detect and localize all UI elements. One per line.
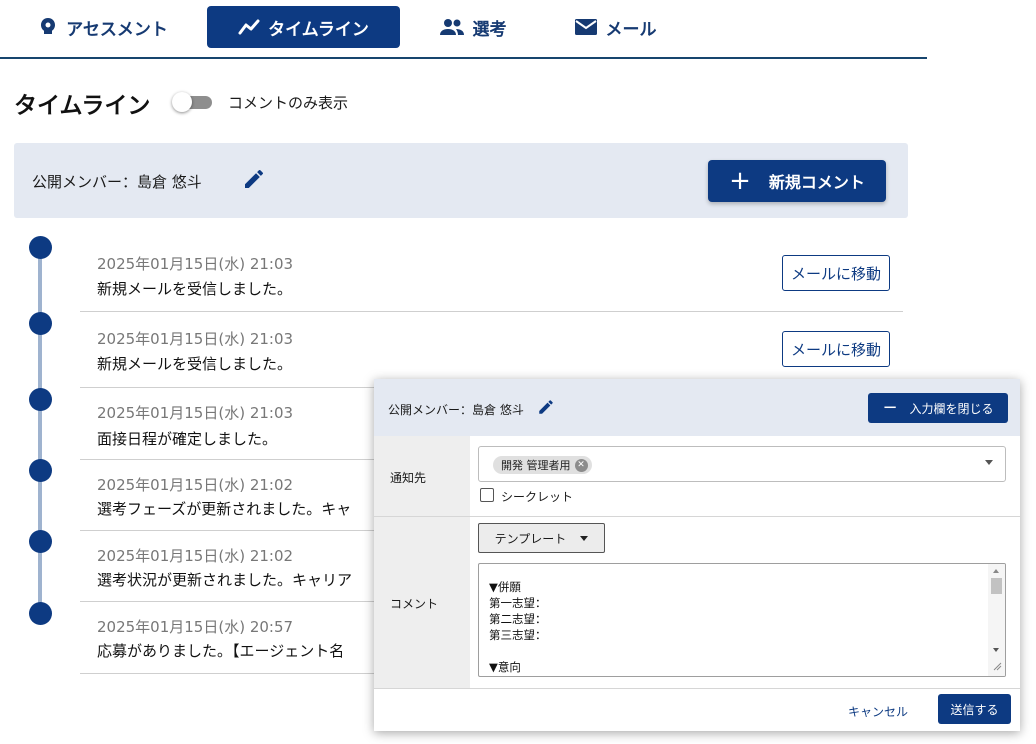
new-comment-panel: 公開メンバー：島倉 悠斗 − 入力欄を閉じる 通知先 コメント 開発 管理者用 … [374,379,1020,731]
timeline-line [38,250,42,612]
cancel-button[interactable]: キャンセル [848,703,908,720]
recipient-chip: 開発 管理者用 ✕ [493,456,592,474]
assessment-icon [38,17,58,37]
tab-mail-label: メール [605,19,657,40]
go-to-mail-button[interactable]: メールに移動 [782,255,890,291]
caret-down-icon [580,535,589,541]
timeline-message: 新規メールを受信しました。 [97,280,293,298]
timeline-message: 応募がありました。【エージェント名 [97,642,345,660]
row-divider [374,688,1020,689]
comment-text: ▼併願 第一志望： 第二志望： 第三志望： ▼意向 予備確度：○% [489,580,547,674]
timeline-dot [29,236,52,259]
template-label: テンプレート [494,531,567,546]
timeline-entry: 2025年01月15日(水) 21:03 新規メールを受信しました。 メールに移… [80,240,903,312]
timeline-date: 2025年01月15日(水) 21:02 [97,476,294,494]
timeline-icon [238,18,260,36]
go-to-mail-button[interactable]: メールに移動 [782,331,890,367]
timeline-date: 2025年01月15日(水) 21:03 [97,330,294,348]
pencil-icon[interactable] [242,167,266,195]
toggle-label: コメントのみ表示 [228,94,349,112]
tab-assessment[interactable]: アセスメント [28,6,178,48]
textarea-scrollbar[interactable] [988,564,1005,676]
new-comment-button[interactable]: + 新規コメント [708,160,886,202]
timeline-date: 2025年01月15日(水) 20:57 [97,618,294,636]
panel-header: 公開メンバー：島倉 悠斗 − 入力欄を閉じる [374,379,1020,436]
row-divider [374,516,1020,517]
timeline-dot [29,312,52,335]
timeline-entry: 2025年01月15日(水) 21:03 新規メールを受信しました。 メールに移… [80,312,903,388]
new-comment-label: 新規コメント [768,173,865,192]
template-dropdown-button[interactable]: テンプレート [478,523,605,553]
close-input-button[interactable]: − 入力欄を閉じる [868,393,1008,423]
notify-recipient-select[interactable]: 開発 管理者用 ✕ [478,446,1006,482]
secret-checkbox-label: シークレット [501,490,574,504]
member-bar: 公開メンバー：島倉 悠斗 + 新規コメント [14,143,908,218]
toggle-knob [172,92,192,112]
timeline-date: 2025年01月15日(水) 21:03 [97,404,294,422]
pencil-icon[interactable] [537,398,555,420]
minus-icon: − [882,397,898,418]
tab-selection-label: 選考 [472,19,507,40]
timeline-dot [29,388,52,411]
tab-timeline[interactable]: タイムライン [207,6,400,48]
plus-icon: + [729,166,751,196]
secret-checkbox[interactable] [480,488,494,502]
timeline-dot [29,602,52,625]
timeline-message: 新規メールを受信しました。 [97,355,293,373]
scroll-down-icon [993,648,999,652]
timeline-date: 2025年01月15日(水) 21:02 [97,547,294,565]
close-input-label: 入力欄を閉じる [909,401,994,416]
notify-label: 通知先 [390,471,427,485]
top-tab-bar: アセスメント タイムライン 選考 メール [0,0,927,59]
timeline-message: 選考状況が更新されました。キャリア [97,571,353,589]
comment-textarea[interactable]: ▼併願 第一志望： 第二志望： 第三志望： ▼意向 予備確度：○% [478,563,1006,677]
send-button[interactable]: 送信する [938,694,1011,724]
panel-public-member-text: 公開メンバー：島倉 悠斗 [388,403,524,417]
tab-mail[interactable]: メール [560,6,670,48]
remove-chip-icon[interactable]: ✕ [574,458,588,472]
public-member-text: 公開メンバー：島倉 悠斗 [32,173,202,191]
scroll-up-icon [993,569,999,573]
timeline-message: 選考フェーズが更新されました。キャ [97,500,352,518]
comment-label: コメント [390,597,439,611]
dropdown-caret-icon [985,460,993,465]
comments-only-toggle[interactable] [172,92,212,112]
tab-assessment-label: アセスメント [66,19,168,40]
tab-timeline-label: タイムライン [268,19,369,40]
tab-selection[interactable]: 選考 [425,6,520,48]
timeline-dot [29,459,52,482]
timeline-dot [29,530,52,553]
recipient-chip-label: 開発 管理者用 [501,459,571,472]
timeline-message: 面接日程が確定しました。 [97,430,278,448]
resize-grip-icon[interactable] [993,662,1002,671]
page-title: タイムライン [14,93,151,119]
mail-icon [574,18,598,36]
people-icon [439,18,465,36]
timeline-date: 2025年01月15日(水) 21:03 [97,255,294,273]
scroll-thumb[interactable] [991,578,1002,594]
